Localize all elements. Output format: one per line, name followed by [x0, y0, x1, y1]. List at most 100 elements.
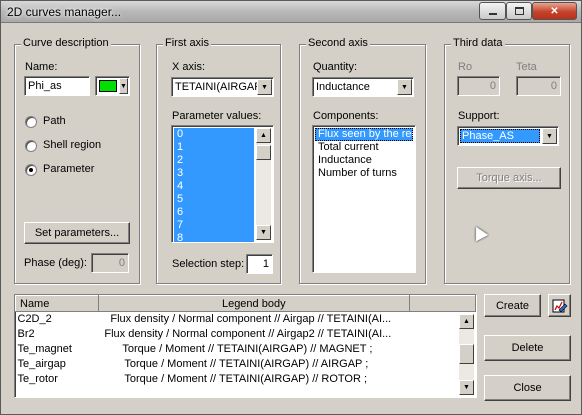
table-row[interactable]: Te_airgap Torque / Moment // TETAINI(AIR… — [16, 357, 476, 372]
x-axis-value: TETAINI(AIRGAP — [175, 81, 262, 93]
support-label: Support: — [458, 110, 500, 122]
curves-table-scrollbar[interactable]: ▲ ▼ — [459, 314, 474, 395]
row-legend: Flux density / Normal component // Airga… — [104, 328, 392, 340]
list-item[interactable]: Flux seen by the regi — [315, 128, 415, 141]
second-axis-group: Second axis Quantity: Inductance ▼ Compo… — [299, 37, 426, 284]
list-item[interactable]: 0 — [174, 128, 254, 141]
list-item[interactable]: Number of turns — [315, 167, 413, 180]
parameter-values-list[interactable]: 0 1 2 3 4 5 6 7 8 ▲ ▼ — [171, 125, 274, 243]
row-legend: Torque / Moment // TETAINI(AIRGAP) // RO… — [124, 373, 368, 385]
components-list[interactable]: Flux seen by the regi Total current Indu… — [312, 125, 416, 273]
radio-shell-region[interactable] — [25, 140, 37, 152]
title-bar[interactable]: 2D curves manager... ✕ — [1, 1, 581, 23]
components-label: Components: — [313, 110, 379, 122]
list-item[interactable]: 1 — [174, 141, 254, 154]
scroll-thumb[interactable] — [256, 145, 271, 160]
curve-description-title: Curve description — [21, 37, 111, 49]
close-icon: ✕ — [550, 5, 559, 17]
third-data-title: Third data — [451, 37, 505, 49]
curve-description-group: Curve description Name: Phi_as ▼ Path Sh… — [14, 37, 140, 284]
first-axis-group: First axis X axis: TETAINI(AIRGAP ▼ Para… — [156, 37, 281, 284]
curves-table-grid: Name Legend body C2D_2 Flux density / No… — [15, 295, 476, 387]
window-title: 2D curves manager... — [7, 5, 122, 19]
list-item[interactable]: 8 — [174, 232, 254, 242]
row-name: Te_magnet — [17, 343, 72, 355]
list-item[interactable]: 2 — [174, 154, 254, 167]
scroll-down-icon[interactable]: ▼ — [459, 380, 474, 395]
column-header-name[interactable]: Name — [15, 295, 99, 312]
minimize-button[interactable] — [479, 2, 506, 20]
row-name: Te_rotor — [17, 373, 58, 385]
chevron-down-icon[interactable]: ▼ — [257, 79, 272, 95]
close-window-button[interactable]: ✕ — [532, 2, 577, 20]
support-value: Phase_AS — [460, 129, 540, 143]
chevron-down-icon: ▼ — [119, 78, 128, 94]
list-item[interactable]: 6 — [174, 206, 254, 219]
selection-step-input[interactable]: 1 — [246, 254, 273, 274]
curves-table[interactable]: Name Legend body C2D_2 Flux density / No… — [14, 294, 477, 398]
curves-manager-window: 2D curves manager... ✕ Curve description… — [0, 0, 582, 415]
close-button[interactable]: Close — [484, 375, 571, 401]
phase-label: Phase (deg): — [24, 257, 87, 269]
row-name: Br2 — [17, 328, 35, 340]
parameter-values-scrollbar[interactable]: ▲ ▼ — [256, 128, 271, 240]
maximize-icon — [514, 7, 524, 15]
row-name: Te_airgap — [17, 358, 66, 370]
curve-edit-icon — [552, 299, 567, 312]
ro-input[interactable]: 0 — [457, 76, 500, 96]
list-item[interactable]: 7 — [174, 219, 254, 232]
ro-label: Ro — [458, 61, 473, 73]
create-button[interactable]: Create — [484, 294, 541, 317]
color-swatch — [99, 80, 117, 92]
scroll-up-icon[interactable]: ▲ — [459, 314, 474, 329]
selection-step-label: Selection step: — [172, 258, 245, 270]
delete-button[interactable]: Delete — [484, 335, 571, 361]
radio-parameter-label: Parameter — [43, 163, 95, 175]
table-row[interactable]: Te_rotor Torque / Moment // TETAINI(AIRG… — [16, 372, 476, 387]
teta-input[interactable]: 0 — [516, 76, 561, 96]
radio-parameter[interactable] — [25, 164, 37, 176]
quantity-select[interactable]: Inductance ▼ — [312, 77, 414, 97]
list-item[interactable]: Inductance — [315, 154, 413, 167]
parameter-values-label: Parameter values: — [172, 110, 262, 122]
x-axis-label: X axis: — [172, 61, 206, 73]
minimize-icon — [488, 13, 497, 15]
scroll-thumb[interactable] — [459, 344, 474, 364]
quantity-value: Inductance — [316, 81, 370, 93]
curve-name-input[interactable]: Phi_as — [24, 76, 90, 96]
list-item[interactable]: Total current — [315, 141, 413, 154]
set-parameters-button[interactable]: Set parameters... — [24, 222, 130, 244]
maximize-button[interactable] — [506, 2, 532, 20]
chevron-down-icon[interactable]: ▼ — [397, 79, 412, 95]
scroll-down-icon[interactable]: ▼ — [256, 225, 271, 240]
list-item[interactable]: 4 — [174, 180, 254, 193]
column-header-legend[interactable]: Legend body — [97, 295, 410, 312]
support-select[interactable]: Phase_AS ▼ — [457, 126, 559, 146]
row-legend: Torque / Moment // TETAINI(AIRGAP) // AI… — [124, 358, 369, 370]
column-header-spacer — [408, 295, 476, 312]
list-item[interactable]: 3 — [174, 167, 254, 180]
chevron-down-icon[interactable]: ▼ — [542, 128, 557, 144]
row-legend: Flux density / Normal component // Airga… — [110, 313, 392, 326]
table-row[interactable]: Br2 Flux density / Normal component // A… — [16, 327, 476, 342]
parameter-values-items: 0 1 2 3 4 5 6 7 8 — [174, 128, 254, 242]
first-axis-title: First axis — [163, 37, 211, 49]
radio-path[interactable] — [25, 116, 37, 128]
teta-label: Teta — [516, 61, 537, 73]
phase-input[interactable]: 0 — [91, 253, 129, 273]
torque-axis-button[interactable]: Torque axis... — [457, 167, 561, 189]
name-label: Name: — [25, 61, 58, 73]
scroll-up-icon[interactable]: ▲ — [256, 128, 271, 143]
row-name: C2D_2 — [17, 313, 52, 326]
list-item[interactable]: 5 — [174, 193, 254, 206]
table-row[interactable]: C2D_2 Flux density / Normal component //… — [16, 312, 476, 327]
x-axis-select[interactable]: TETAINI(AIRGAP ▼ — [171, 77, 274, 97]
curve-edit-button[interactable] — [548, 294, 571, 317]
second-axis-title: Second axis — [306, 37, 370, 49]
radio-shell-region-label: Shell region — [43, 139, 102, 151]
radio-path-label: Path — [43, 115, 66, 127]
color-picker[interactable]: ▼ — [95, 76, 130, 96]
third-data-group: Third data Ro 0 Teta 0 Support: Phase_AS… — [444, 37, 570, 284]
table-row[interactable]: Te_magnet Torque / Moment // TETAINI(AIR… — [16, 342, 476, 357]
quantity-label: Quantity: — [313, 61, 358, 73]
